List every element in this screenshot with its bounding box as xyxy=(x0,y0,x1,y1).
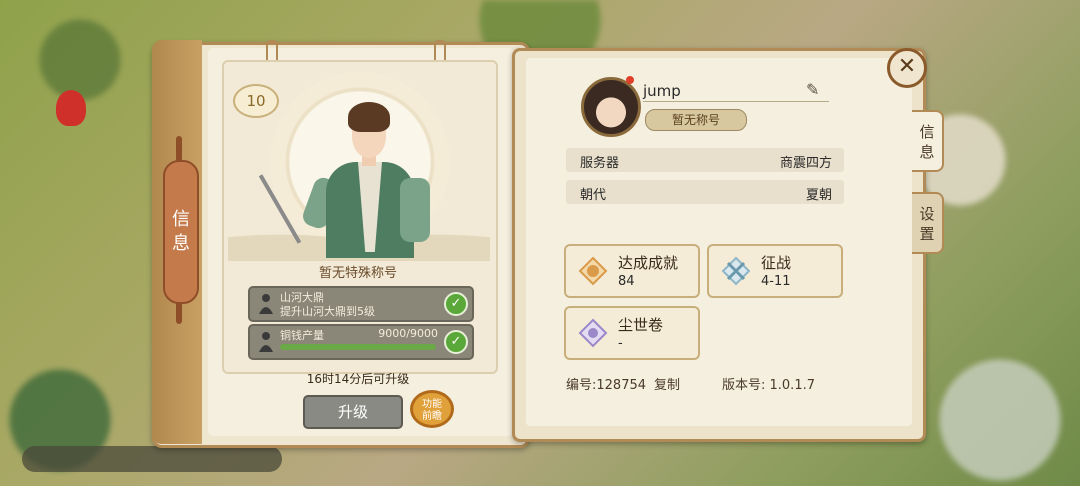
character-sleeve xyxy=(400,178,430,242)
phoenix-icon xyxy=(578,256,608,286)
tab-info-char-2: 息 xyxy=(919,143,935,161)
upgrade-button[interactable]: 升级 xyxy=(303,395,403,429)
task-desc: 提升山河大鼎到5级 xyxy=(280,305,375,318)
crossed-swords-icon xyxy=(721,256,751,286)
tab-info[interactable]: 信 息 xyxy=(912,110,944,172)
spine-tab-char-1: 信 xyxy=(172,209,190,230)
info-row-dynasty: 朝代 夏朝 xyxy=(566,180,844,204)
copy-button[interactable]: 复制 xyxy=(654,374,680,393)
info-key: 朝代 xyxy=(580,188,607,203)
spine-peg-top xyxy=(176,136,182,162)
spine-tab-char-2: 息 xyxy=(172,233,190,254)
card-value: 4-11 xyxy=(761,274,791,289)
achievement-card[interactable]: 达成成就 84 xyxy=(564,244,700,298)
edit-pencil-icon[interactable]: ✎ xyxy=(806,80,819,99)
tab-settings-char-2: 置 xyxy=(919,225,935,243)
feature-preview-button[interactable]: 功能 前瞻 xyxy=(410,390,454,428)
tab-settings[interactable]: 设 置 xyxy=(912,192,944,254)
info-value: 商震四方 xyxy=(779,156,832,171)
info-value: 夏朝 xyxy=(805,188,832,203)
card-label: 尘世卷 xyxy=(618,316,664,334)
card-value: 84 xyxy=(618,274,635,289)
close-button[interactable]: ✕ xyxy=(887,48,927,88)
avatar[interactable] xyxy=(581,77,641,137)
mascot-icon xyxy=(56,90,86,126)
info-row-server: 服务器 商震四方 xyxy=(566,148,844,172)
check-icon: ✓ xyxy=(444,292,468,316)
character-figure xyxy=(258,100,440,258)
title-badge[interactable]: 暂无称号 xyxy=(645,109,747,131)
chat-bar-background xyxy=(22,446,282,472)
preview-label-2: 前瞻 xyxy=(422,411,442,422)
card-value: - xyxy=(618,336,623,351)
character-title: 暂无特殊称号 xyxy=(318,266,397,281)
progress-fill xyxy=(280,344,436,350)
close-icon: ✕ xyxy=(897,54,917,79)
character-hair xyxy=(348,102,390,132)
task-row-cauldron: 山河大鼎 提升山河大鼎到5级 ✓ xyxy=(248,286,474,322)
task-title: 铜钱产量 xyxy=(280,329,324,342)
person-icon xyxy=(259,332,273,352)
spine-tab-info[interactable]: 信 息 xyxy=(163,160,199,304)
player-id: 编号:128754 xyxy=(566,378,647,393)
campaign-card[interactable]: 征战 4-11 xyxy=(707,244,843,298)
check-icon: ✓ xyxy=(444,330,468,354)
info-key: 服务器 xyxy=(580,156,620,171)
scroll-card[interactable]: 尘世卷 - xyxy=(564,306,700,360)
lotus-icon xyxy=(578,318,608,348)
task-row-coins: 铜钱产量 9000/9000 ✓ xyxy=(248,324,474,360)
card-label: 达成成就 xyxy=(618,254,679,272)
notification-dot xyxy=(626,76,634,84)
upgrade-timer: 16时14分后可升级 xyxy=(306,372,410,386)
tab-settings-char-1: 设 xyxy=(919,205,935,223)
tab-info-char-1: 信 xyxy=(919,123,935,141)
username-underline xyxy=(643,101,829,102)
level-badge: 10 xyxy=(233,84,279,118)
version-label: 版本号: 1.0.1.7 xyxy=(722,378,815,393)
person-icon xyxy=(259,294,273,314)
progress-bar xyxy=(280,344,436,350)
username: jump xyxy=(643,82,681,100)
task-amount: 9000/9000 xyxy=(378,327,438,340)
preview-label-1: 功能 xyxy=(422,399,442,410)
card-label: 征战 xyxy=(761,254,792,272)
